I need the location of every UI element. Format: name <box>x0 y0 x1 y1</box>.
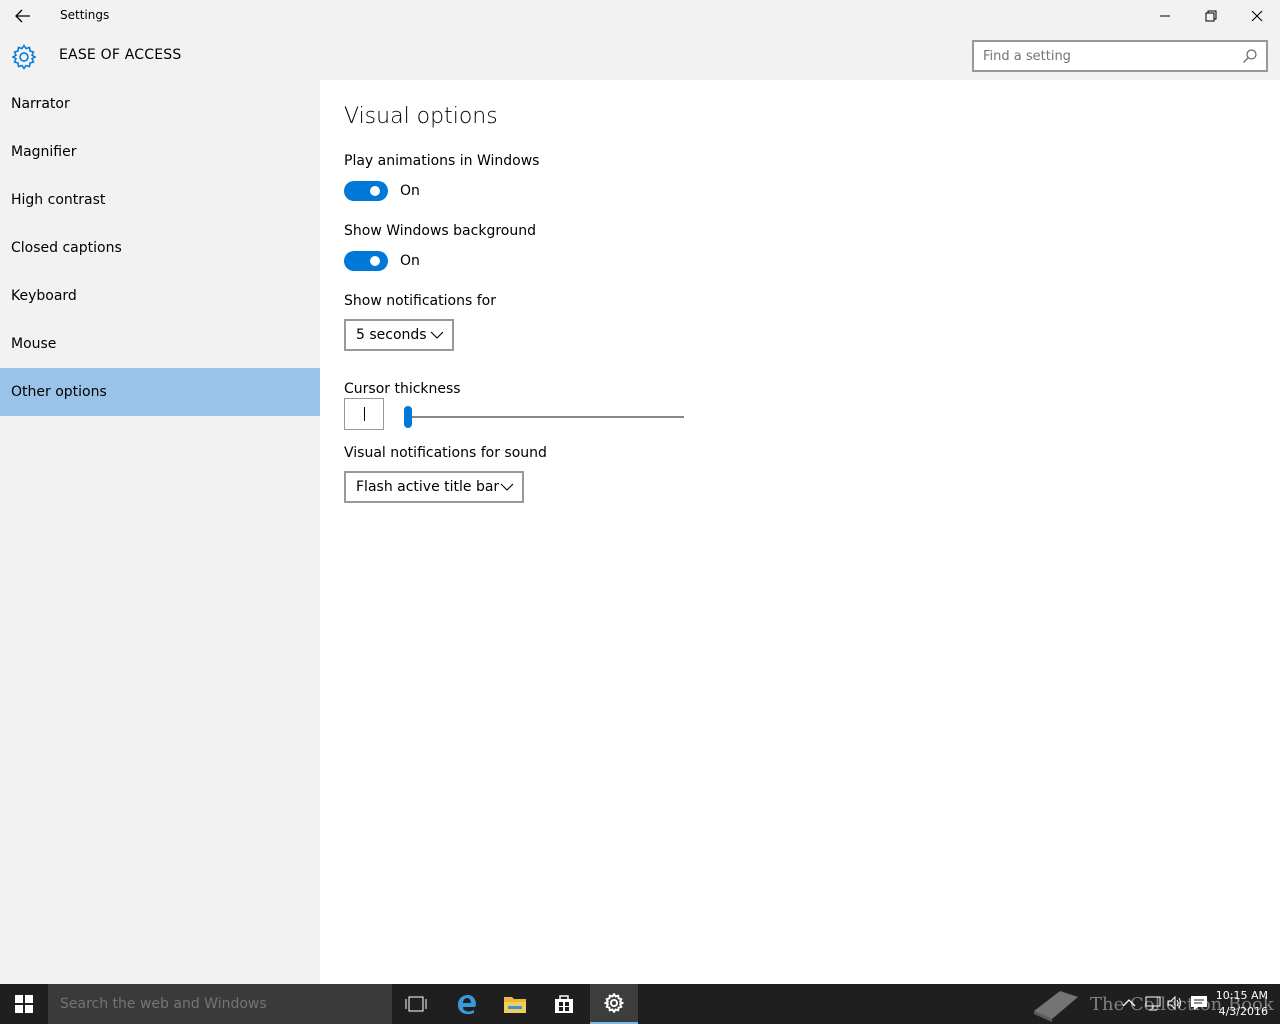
edge-icon <box>458 995 476 1015</box>
sidebar-item-keyboard[interactable]: Keyboard <box>0 272 320 320</box>
start-button[interactable] <box>0 984 48 1024</box>
animations-toggle[interactable] <box>344 181 388 201</box>
taskbar-search-input[interactable] <box>60 995 380 1013</box>
windows-logo-icon <box>15 995 33 1013</box>
back-button[interactable] <box>0 0 46 32</box>
cursor-preview-bar <box>364 407 365 421</box>
restore-button[interactable] <box>1188 0 1234 32</box>
restore-icon <box>1205 10 1217 22</box>
cursor-thickness-slider[interactable] <box>408 416 684 418</box>
page-title: Visual options <box>344 104 498 129</box>
background-state: On <box>400 253 420 269</box>
chevron-down-icon <box>500 483 514 491</box>
gear-icon <box>11 44 37 70</box>
animations-state: On <box>400 183 420 199</box>
cursor-preview <box>344 398 384 430</box>
window-title: Settings <box>60 8 110 22</box>
sidebar-item-magnifier[interactable]: Magnifier <box>0 128 320 176</box>
animations-label: Play animations in Windows <box>344 153 540 169</box>
sound-notifications-dropdown[interactable]: Flash active title bar <box>344 471 524 503</box>
cursor-thickness-label: Cursor thickness <box>344 381 461 397</box>
taskbar-search[interactable] <box>48 984 392 1024</box>
book-icon <box>1034 991 1078 1022</box>
section-title: EASE OF ACCESS <box>59 47 182 63</box>
sound-notifications-label: Visual notifications for sound <box>344 445 547 461</box>
task-view-icon <box>405 996 427 1012</box>
folder-icon <box>504 997 526 1013</box>
clock-time: 10:15 AM <box>1215 989 1268 1002</box>
notifications-label: Show notifications for <box>344 293 496 309</box>
sidebar-item-narrator[interactable]: Narrator <box>0 80 320 128</box>
cursor-thickness-slider-thumb[interactable] <box>404 406 412 428</box>
taskbar: The Collection Book 10:15 AM 4/3/2016 <box>0 984 1280 1024</box>
settings-taskbar-button[interactable] <box>590 984 638 1024</box>
toggle-knob <box>370 186 380 196</box>
notifications-value: 5 seconds <box>356 327 427 343</box>
search-icon[interactable] <box>1242 48 1258 64</box>
sidebar-item-mouse[interactable]: Mouse <box>0 320 320 368</box>
store-button[interactable] <box>540 984 588 1024</box>
close-button[interactable] <box>1234 0 1280 32</box>
sidebar: Narrator Magnifier High contrast Closed … <box>0 80 320 984</box>
chevron-down-icon <box>430 331 444 339</box>
sidebar-item-other-options[interactable]: Other options <box>0 368 320 416</box>
toggle-knob <box>370 256 380 266</box>
file-explorer-button[interactable] <box>491 984 539 1024</box>
edge-button[interactable] <box>443 984 491 1024</box>
find-setting-search[interactable] <box>972 40 1268 72</box>
task-view-button[interactable] <box>392 984 440 1024</box>
sidebar-item-high-contrast[interactable]: High contrast <box>0 176 320 224</box>
background-toggle[interactable] <box>344 251 388 271</box>
network-icon[interactable] <box>1144 994 1162 1012</box>
volume-icon[interactable] <box>1166 994 1184 1012</box>
chevron-up-icon[interactable] <box>1120 994 1138 1012</box>
clock-date: 4/3/2016 <box>1218 1005 1268 1018</box>
background-label: Show Windows background <box>344 223 536 239</box>
title-bar: Settings <box>0 0 1280 32</box>
search-input[interactable] <box>983 47 1233 65</box>
minimize-button[interactable] <box>1142 0 1188 32</box>
sidebar-item-closed-captions[interactable]: Closed captions <box>0 224 320 272</box>
notifications-dropdown[interactable]: 5 seconds <box>344 319 454 351</box>
sound-notifications-value: Flash active title bar <box>356 479 500 495</box>
main-content: Visual options Play animations in Window… <box>320 80 1280 984</box>
action-center-icon[interactable] <box>1190 994 1208 1012</box>
close-icon <box>1251 10 1263 22</box>
minimize-icon <box>1160 15 1170 17</box>
settings-header: EASE OF ACCESS <box>0 32 1280 80</box>
store-icon <box>555 995 573 1013</box>
clock[interactable]: 10:15 AM 4/3/2016 <box>1216 988 1268 1020</box>
back-arrow-icon <box>15 9 30 23</box>
gear-icon <box>604 993 624 1013</box>
